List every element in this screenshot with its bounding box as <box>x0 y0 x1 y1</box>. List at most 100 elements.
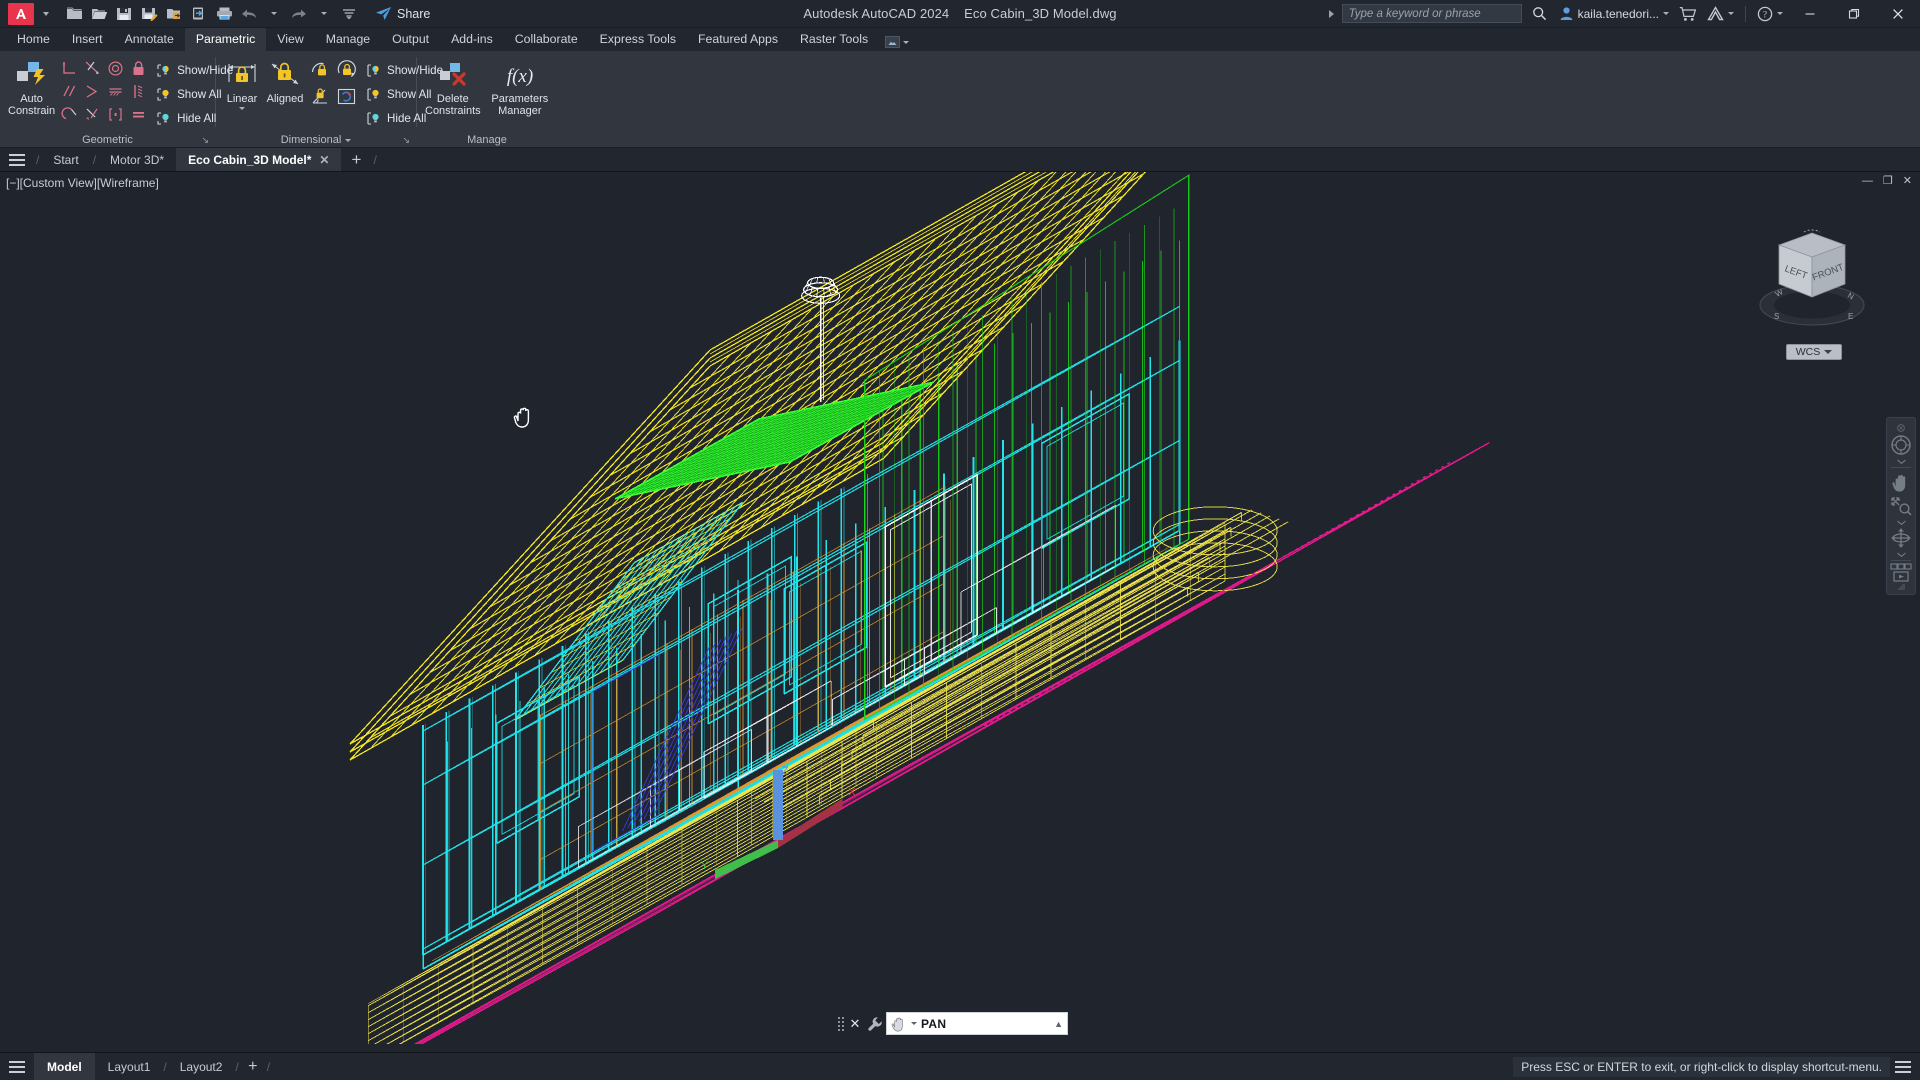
wcs-selector[interactable]: WCS <box>1786 344 1842 360</box>
file-tab-motor-3d[interactable]: Motor 3D* <box>98 148 176 171</box>
symmetric-constraint-icon[interactable] <box>82 104 103 125</box>
ribbon-tab-home[interactable]: Home <box>6 28 61 51</box>
export-icon[interactable] <box>162 2 186 26</box>
command-line-close-button[interactable]: ✕ <box>846 1016 864 1032</box>
pan-hand-icon[interactable] <box>1888 470 1914 494</box>
file-tab-start[interactable]: Start <box>41 148 90 171</box>
new-file-icon[interactable] <box>62 2 86 26</box>
coincident-constraint-icon[interactable] <box>105 104 126 125</box>
quick-access-dropdown[interactable] <box>34 2 58 26</box>
tangent-constraint-icon[interactable] <box>82 58 103 79</box>
fix-constraint-icon[interactable] <box>128 58 149 79</box>
user-account-button[interactable]: kaila.tenedori... <box>1554 0 1674 28</box>
redo-dropdown[interactable] <box>312 2 336 26</box>
close-icon[interactable]: ✕ <box>319 153 329 167</box>
steering-wheel-dropdown-icon[interactable] <box>1896 457 1906 465</box>
layout-tab-model[interactable]: Model <box>34 1052 95 1080</box>
search-input[interactable] <box>1341 4 1522 23</box>
ribbon-tab-featured-apps[interactable]: Featured Apps <box>687 28 789 51</box>
viewport-minimize-button[interactable]: — <box>1862 175 1873 187</box>
save-icon[interactable] <box>112 2 136 26</box>
ribbon-tab-collaborate[interactable]: Collaborate <box>504 28 589 51</box>
open-file-icon[interactable] <box>87 2 111 26</box>
autodesk-logo[interactable] <box>8 2 34 25</box>
orbit-dropdown-icon[interactable] <box>1896 550 1906 558</box>
layout-tab-layout2[interactable]: Layout2 <box>167 1053 236 1080</box>
navbar-close-icon[interactable] <box>1888 422 1914 433</box>
app-store-button[interactable] <box>1674 0 1702 28</box>
plot-icon[interactable] <box>212 2 236 26</box>
new-layout-button[interactable]: + <box>239 1058 267 1076</box>
drawing-canvas[interactable]: [−][Custom View][Wireframe] — ❐ ✕ X Y Z W … <box>0 172 1920 1052</box>
parameters-manager-button[interactable]: f(x) Parameters Manager <box>489 55 551 119</box>
autodesk-dropdown-icon[interactable] <box>1728 12 1734 15</box>
layout-tab-layout1[interactable]: Layout1 <box>95 1053 164 1080</box>
command-input[interactable]: PAN ▲ <box>886 1012 1068 1035</box>
search-expand-icon[interactable] <box>1328 9 1334 18</box>
geometric-panel-expand-icon[interactable]: ↘ <box>201 135 209 146</box>
linear-dimension-button[interactable]: Linear <box>222 55 262 112</box>
horizontal-constraint-icon[interactable] <box>82 81 103 102</box>
navbar-resize-grip[interactable] <box>1897 583 1906 591</box>
search-icon[interactable] <box>1528 2 1552 26</box>
ribbon-tab-parametric[interactable]: Parametric <box>184 28 267 51</box>
auto-constrain-button[interactable]: Auto Constrain <box>6 55 57 119</box>
workspace-switch-button[interactable] <box>885 36 910 51</box>
autodesk-account-button[interactable] <box>1702 0 1739 28</box>
angular-constraint-icon[interactable] <box>308 84 333 109</box>
save-as-icon[interactable] <box>137 2 161 26</box>
command-expand-icon[interactable]: ▲ <box>1054 1019 1063 1029</box>
file-tabs-menu-button[interactable] <box>0 148 34 171</box>
view-cube[interactable]: W N S E LEFT FRONT <box>1752 227 1872 342</box>
help-dropdown-icon[interactable] <box>1777 12 1783 15</box>
customize-icon[interactable] <box>337 2 361 26</box>
steering-wheel-icon[interactable] <box>1888 433 1914 457</box>
redo-icon[interactable] <box>287 2 311 26</box>
customization-menu-icon[interactable] <box>1890 1060 1916 1073</box>
command-history-dropdown-icon[interactable] <box>911 1022 917 1025</box>
aligned-dimension-button[interactable]: Aligned <box>264 55 306 107</box>
concentric-constraint-icon[interactable] <box>105 58 126 79</box>
collinear-constraint-icon[interactable] <box>105 81 126 102</box>
dimensional-panel-expand-icon[interactable]: ↘ <box>402 135 410 146</box>
layout-menu-button[interactable] <box>0 1060 34 1073</box>
ribbon-tab-output[interactable]: Output <box>381 28 440 51</box>
wrench-icon[interactable] <box>864 1016 886 1032</box>
window-restore-button[interactable] <box>1832 0 1876 28</box>
new-tab-button[interactable]: + <box>341 148 371 171</box>
showmotion-icon[interactable] <box>1888 563 1914 583</box>
undo-dropdown[interactable] <box>262 2 286 26</box>
window-close-button[interactable] <box>1876 0 1920 28</box>
dimensional-panel-dropdown-icon[interactable] <box>345 138 352 142</box>
diameter-constraint-icon[interactable] <box>334 58 359 83</box>
linear-dimension-dropdown-icon[interactable] <box>239 107 245 110</box>
delete-constraints-button[interactable]: Delete Constraints <box>423 55 483 119</box>
ribbon-tab-annotate[interactable]: Annotate <box>114 28 185 51</box>
radial-constraint-icon[interactable] <box>308 58 333 83</box>
ribbon-tab-raster-tools[interactable]: Raster Tools <box>789 28 879 51</box>
zoom-dropdown-icon[interactable] <box>1896 518 1906 526</box>
orbit-icon[interactable] <box>1888 526 1914 550</box>
file-tab-eco-cabin[interactable]: Eco Cabin_3D Model* ✕ <box>176 148 342 171</box>
convert-constraint-icon[interactable] <box>334 84 359 109</box>
viewport-restore-button[interactable]: ❐ <box>1883 175 1893 187</box>
workspace-dropdown-icon[interactable] <box>903 40 910 44</box>
window-minimize-button[interactable] <box>1788 0 1832 28</box>
help-button[interactable]: ? <box>1752 0 1788 28</box>
wireframe-model[interactable]: X Y Z <box>0 172 1920 1044</box>
ribbon-tab-manage[interactable]: Manage <box>315 28 381 51</box>
smooth-constraint-icon[interactable] <box>59 104 80 125</box>
parallel-constraint-icon[interactable] <box>59 81 80 102</box>
ribbon-tab-insert[interactable]: Insert <box>61 28 114 51</box>
vertical-constraint-icon[interactable] <box>128 81 149 102</box>
undo-icon[interactable] <box>237 2 261 26</box>
sync-icon[interactable] <box>187 2 211 26</box>
share-button[interactable]: Share <box>369 4 436 23</box>
zoom-extents-icon[interactable] <box>1888 494 1914 518</box>
equal-constraint-icon[interactable] <box>128 104 149 125</box>
user-dropdown-icon[interactable] <box>1663 12 1669 15</box>
perpendicular-constraint-icon[interactable] <box>59 58 80 79</box>
ribbon-tab-view[interactable]: View <box>266 28 314 51</box>
ribbon-tab-addins[interactable]: Add-ins <box>440 28 504 51</box>
viewport-close-button[interactable]: ✕ <box>1903 175 1912 187</box>
